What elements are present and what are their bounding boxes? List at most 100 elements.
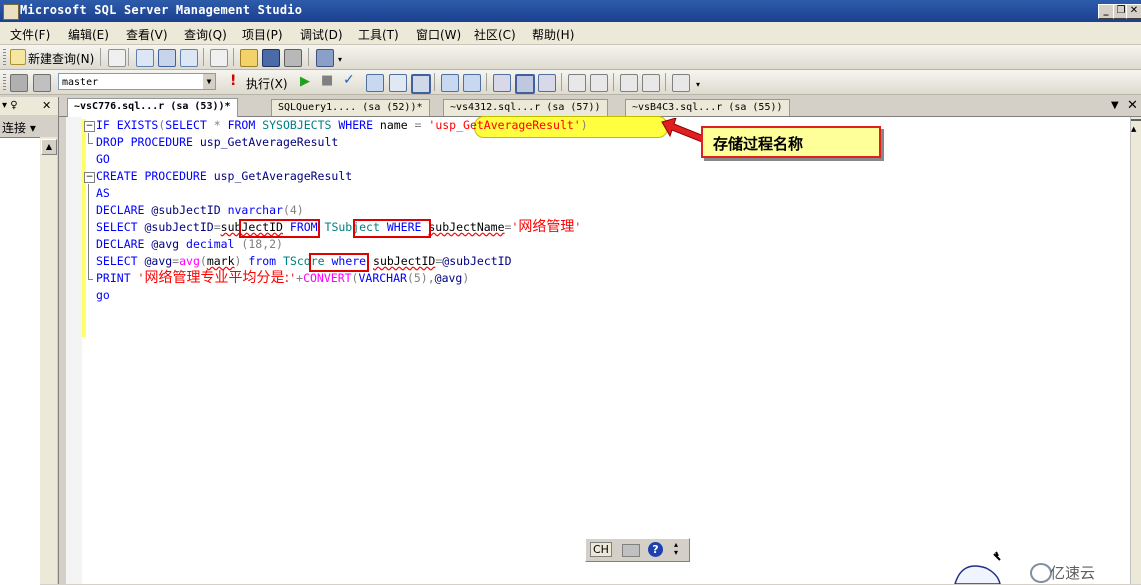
code-line: AS (96, 186, 110, 200)
database-select[interactable]: master ▼ (58, 73, 216, 90)
close-tab-icon[interactable]: ✕ (1127, 98, 1138, 113)
language-bar: CH ? ▴ ▾ (585, 538, 690, 562)
menu-file[interactable]: 文件(F) (10, 26, 50, 43)
collapse-icon[interactable]: − (84, 172, 95, 183)
menu-tools[interactable]: 工具(T) (358, 26, 399, 43)
collapse-icon[interactable]: − (84, 121, 95, 132)
menu-help[interactable]: 帮助(H) (532, 26, 574, 43)
results-to-text-icon[interactable] (411, 74, 431, 94)
comment-icon[interactable] (568, 74, 586, 92)
estimated-plan-icon[interactable] (366, 74, 384, 92)
new-query-button[interactable]: 新建查询(N) (28, 50, 94, 67)
editor-margin (66, 117, 82, 584)
code-line: CREATE PROCEDURE usp_GetAverageResult (96, 169, 353, 183)
tab-vsB4C3[interactable]: ~vsB4C3.sql...r (sa (55)) (625, 99, 790, 116)
mdx-query-icon[interactable] (136, 49, 154, 67)
print-icon[interactable] (284, 49, 302, 67)
watermark-text: 亿速云 (1050, 564, 1096, 582)
code-line: DROP PROCEDURE usp_GetAverageResult (96, 135, 339, 149)
tab-vsC776[interactable]: ~vsC776.sql...r (sa (53))* (67, 98, 238, 117)
menu-community[interactable]: 社区(C) (474, 26, 516, 43)
results-pane-icon[interactable] (538, 74, 556, 92)
editor-scrollbar[interactable]: ▲ (1130, 117, 1141, 584)
code-line: SELECT @subJectID=subJectID FROM TSubjec… (96, 219, 582, 235)
tab-list-icon[interactable]: ▼ (1111, 100, 1119, 111)
code-line: DECLARE @subJectID nvarchar(4) (96, 203, 304, 217)
activity-monitor-icon[interactable] (316, 49, 334, 67)
document-tabs: ~vsC776.sql...r (sa (53))* SQLQuery1....… (59, 97, 1141, 117)
connect-dropdown[interactable]: 连接 ▾ (2, 119, 36, 136)
sql-editor-toolbar: master ▼ ! 执行(X) ▶ ■ ✓ ▾ (0, 70, 1141, 95)
close-button[interactable]: ✕ (1126, 4, 1141, 19)
standard-toolbar: 新建查询(N) ▾ (0, 45, 1141, 70)
annotation-box-tsubject (353, 219, 431, 238)
execute-icon: ! (230, 73, 237, 89)
chevron-down-icon[interactable]: ▼ (203, 74, 215, 89)
toolbar-overflow-icon[interactable]: ▾ (338, 55, 342, 64)
annotation-box-tscore (309, 253, 369, 272)
tab-vs4312[interactable]: ~vs4312.sql...r (sa (57)) (443, 99, 608, 116)
menu-query[interactable]: 查询(Q) (184, 26, 227, 43)
uncomment-icon[interactable] (590, 74, 608, 92)
code-line: GO (96, 152, 110, 166)
save-icon[interactable] (262, 49, 280, 67)
toolbar-overflow-icon[interactable]: ▾ (696, 80, 700, 89)
code-line: DECLARE @avg decimal (18,2) (96, 237, 283, 251)
client-statistics-icon[interactable] (463, 74, 481, 92)
sql-editor[interactable]: − − IF EXISTS(SELECT * FROM SYSOBJECTS W… (66, 116, 1130, 584)
toolbar-grip[interactable] (3, 74, 6, 90)
input-language-button[interactable]: CH (590, 542, 612, 557)
add-file-icon[interactable] (210, 49, 228, 67)
menu-debug[interactable]: 调试(D) (300, 26, 343, 43)
xmla-query-icon[interactable] (180, 49, 198, 67)
yisu-logo-icon (1030, 563, 1052, 583)
code-line: SELECT @avg=avg(mark) from TScore where … (96, 254, 512, 268)
app-icon (3, 4, 19, 20)
decrease-indent-icon[interactable] (620, 74, 638, 92)
menu-edit[interactable]: 编辑(E) (68, 26, 109, 43)
close-panel-icon[interactable]: ✕ (42, 99, 51, 112)
object-explorer-header: ▾ ♀ ✕ (0, 97, 58, 115)
specify-values-icon[interactable] (672, 74, 690, 92)
menu-window[interactable]: 窗口(W) (416, 26, 461, 43)
pin-icon[interactable]: ▾ ♀ (2, 100, 18, 111)
parse-check-icon[interactable]: ✓ (343, 72, 355, 88)
object-explorer-panel: ▾ ♀ ✕ 连接 ▾ ▲ (0, 97, 59, 585)
object-explorer-tree[interactable] (0, 137, 40, 585)
minimize-button[interactable]: _ (1098, 4, 1114, 19)
scroll-up-icon[interactable]: ▲ (41, 139, 57, 155)
object-explorer-scrollbar[interactable]: ▲ (40, 137, 57, 584)
results-to-file-icon[interactable] (515, 74, 535, 94)
toolbar-grip[interactable] (3, 49, 6, 65)
code-line: IF EXISTS(SELECT * FROM SYSOBJECTS WHERE… (96, 118, 588, 132)
query-designer-icon[interactable] (389, 74, 407, 92)
langbar-options-icon[interactable]: ▴ ▾ (674, 541, 678, 557)
results-to-grid-icon[interactable] (493, 74, 511, 92)
code-area: IF EXISTS(SELECT * FROM SYSOBJECTS WHERE… (96, 117, 588, 302)
keyboard-icon[interactable] (622, 544, 640, 557)
database-select-value: master (62, 77, 99, 88)
menu-view[interactable]: 查看(V) (126, 26, 168, 43)
scroll-up-icon[interactable]: ▲ (1131, 125, 1136, 133)
help-icon[interactable]: ? (648, 542, 663, 557)
menu-project[interactable]: 项目(P) (242, 26, 283, 43)
change-connection-icon[interactable] (33, 74, 51, 92)
code-line: PRINT '网络管理专业平均分是:'+CONVERT(VARCHAR(5),@… (96, 270, 470, 286)
debug-play-icon[interactable]: ▶ (300, 74, 310, 89)
mascot-logo (954, 551, 1001, 584)
connect-icon[interactable] (10, 74, 28, 92)
execute-button[interactable]: 执行(X) (246, 75, 288, 92)
annotation-box-subjectid (239, 219, 320, 238)
code-line: go (96, 288, 110, 302)
stop-icon[interactable]: ■ (321, 73, 333, 88)
window-title: Microsoft SQL Server Management Studio (20, 3, 303, 17)
menu-bar: 文件(F) 编辑(E) 查看(V) 查询(Q) 项目(P) 调试(D) 工具(T… (0, 22, 1141, 45)
callout-label: 存储过程名称 (701, 126, 881, 158)
dmx-query-icon[interactable] (158, 49, 176, 67)
increase-indent-icon[interactable] (642, 74, 660, 92)
new-file-icon[interactable] (108, 49, 126, 67)
tab-sqlquery1[interactable]: SQLQuery1.... (sa (52))* (271, 99, 430, 116)
include-plan-icon[interactable] (441, 74, 459, 92)
open-folder-icon[interactable] (240, 49, 258, 67)
new-query-icon (10, 49, 26, 65)
